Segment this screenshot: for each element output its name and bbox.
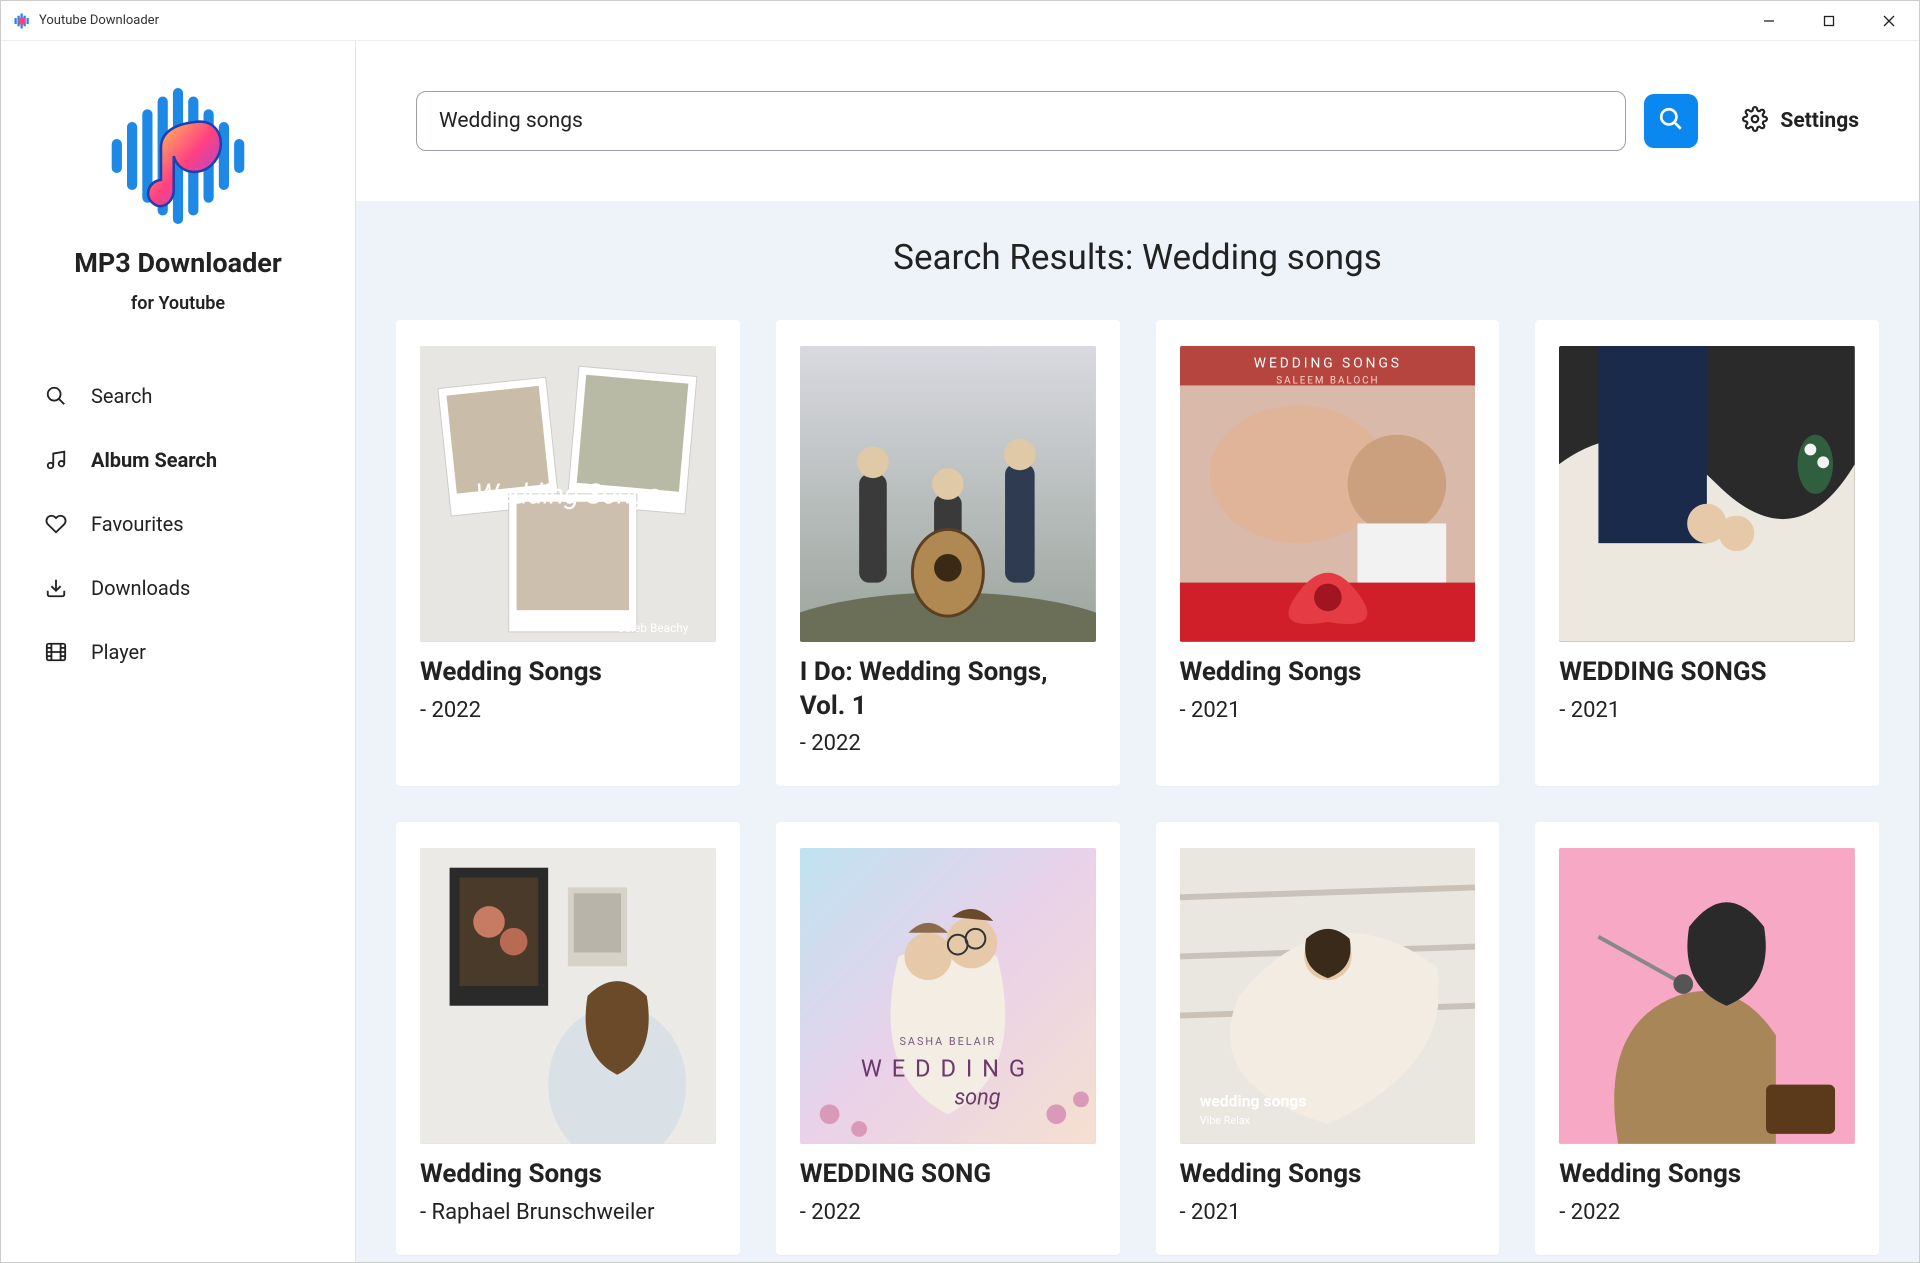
heart-icon — [45, 513, 67, 535]
logo-icon — [93, 71, 263, 241]
close-button[interactable] — [1859, 1, 1919, 41]
app-icon — [13, 12, 31, 30]
album-meta: - Raphael Brunschweiler — [420, 1200, 716, 1225]
settings-label: Settings — [1780, 109, 1859, 133]
album-title: Wedding Songs — [420, 1158, 716, 1192]
window-controls — [1739, 1, 1919, 41]
album-thumbnail — [1559, 346, 1855, 642]
svg-text:WEDDING SONGS: WEDDING SONGS — [1253, 356, 1401, 372]
nav: Search Album Search Favourites Downloads… — [1, 354, 355, 694]
album-title: Wedding Songs — [420, 656, 716, 690]
main: Settings Search Results: Wedding songs W… — [356, 41, 1919, 1262]
sidebar-item-search[interactable]: Search — [1, 364, 355, 428]
gear-icon — [1742, 106, 1768, 136]
sidebar-item-downloads[interactable]: Downloads — [1, 556, 355, 620]
album-meta: - 2022 — [800, 731, 1096, 756]
results-grid: Wedding Songs Caleb Beachy Wedding Songs … — [396, 320, 1879, 1255]
search-button[interactable] — [1644, 94, 1698, 148]
album-title: Wedding Songs — [1559, 1158, 1855, 1192]
result-card[interactable]: Wedding Songs - Raphael Brunschweiler — [396, 822, 740, 1255]
film-icon — [45, 641, 67, 663]
sidebar-item-album-search[interactable]: Album Search — [1, 428, 355, 492]
sidebar-item-label: Player — [91, 640, 146, 664]
titlebar: Youtube Downloader — [1, 1, 1919, 41]
sidebar-item-label: Album Search — [91, 448, 217, 472]
album-title: I Do: Wedding Songs, Vol. 1 — [800, 656, 1096, 724]
album-meta: - 2021 — [1180, 698, 1476, 723]
album-meta: - 2022 — [800, 1200, 1096, 1225]
album-thumbnail: SASHA BELAIR WEDDING song — [800, 848, 1096, 1144]
result-card[interactable]: Wedding Songs - 2022 — [1535, 822, 1879, 1255]
album-title: WEDDING SONG — [800, 1158, 1096, 1192]
music-note-icon — [45, 449, 67, 471]
content[interactable]: Search Results: Wedding songs Wedding So… — [356, 201, 1919, 1262]
album-thumbnail: Wedding Songs Caleb Beachy — [420, 346, 716, 642]
album-meta: - 2021 — [1180, 1200, 1476, 1225]
settings-button[interactable]: Settings — [1742, 106, 1859, 136]
sidebar-item-player[interactable]: Player — [1, 620, 355, 684]
svg-text:wedding songs: wedding songs — [1199, 1092, 1306, 1111]
result-card[interactable]: WEDDING SONGS - 2021 — [1535, 320, 1879, 786]
album-thumbnail — [420, 848, 716, 1144]
sidebar-item-label: Downloads — [91, 576, 190, 600]
result-card[interactable]: I Do: Wedding Songs, Vol. 1 - 2022 — [776, 320, 1120, 786]
svg-text:Vibe Relax: Vibe Relax — [1199, 1114, 1250, 1127]
app-subtitle: for Youtube — [131, 293, 225, 314]
minimize-button[interactable] — [1739, 1, 1799, 41]
app-body: MP3 Downloader for Youtube Search Album … — [1, 41, 1919, 1262]
download-icon — [45, 577, 67, 599]
search-icon — [1658, 106, 1684, 136]
app-window: Youtube Downloader — [0, 0, 1920, 1263]
album-thumbnail: WEDDING SONGS SALEEM BALOCH — [1180, 346, 1476, 642]
search-input[interactable] — [416, 91, 1626, 151]
album-title: WEDDING SONGS — [1559, 656, 1855, 690]
sidebar-item-label: Search — [91, 384, 152, 408]
sidebar-item-label: Favourites — [91, 512, 184, 536]
app-name: MP3 Downloader — [74, 247, 282, 279]
results-title: Search Results: Wedding songs — [396, 201, 1879, 320]
sidebar: MP3 Downloader for Youtube Search Album … — [1, 41, 356, 1262]
result-card[interactable]: wedding songs Vibe Relax Wedding Songs - … — [1156, 822, 1500, 1255]
titlebar-left: Youtube Downloader — [13, 12, 159, 30]
sidebar-item-favourites[interactable]: Favourites — [1, 492, 355, 556]
album-thumbnail: wedding songs Vibe Relax — [1180, 848, 1476, 1144]
svg-text:Wedding Songs: Wedding Songs — [475, 478, 661, 511]
result-card[interactable]: Wedding Songs Caleb Beachy Wedding Songs … — [396, 320, 740, 786]
logo: MP3 Downloader for Youtube — [1, 71, 355, 354]
result-card[interactable]: SASHA BELAIR WEDDING song WEDDING SONG - 2… — [776, 822, 1120, 1255]
svg-text:SASHA BELAIR: SASHA BELAIR — [899, 1036, 996, 1049]
album-title: Wedding Songs — [1180, 1158, 1476, 1192]
album-meta: - 2021 — [1559, 698, 1855, 723]
topbar: Settings — [356, 41, 1919, 201]
maximize-button[interactable] — [1799, 1, 1859, 41]
window-title: Youtube Downloader — [39, 13, 159, 28]
album-title: Wedding Songs — [1180, 656, 1476, 690]
svg-text:Caleb Beachy: Caleb Beachy — [617, 621, 689, 635]
album-thumbnail — [1559, 848, 1855, 1144]
svg-text:song: song — [954, 1086, 1000, 1111]
search-icon — [45, 385, 67, 407]
svg-text:SALEEM BALOCH: SALEEM BALOCH — [1276, 375, 1379, 386]
svg-text:WEDDING: WEDDING — [861, 1055, 1035, 1083]
album-meta: - 2022 — [420, 698, 716, 723]
album-meta: - 2022 — [1559, 1200, 1855, 1225]
album-thumbnail — [800, 346, 1096, 642]
result-card[interactable]: WEDDING SONGS SALEEM BALOCH Wedding Songs… — [1156, 320, 1500, 786]
